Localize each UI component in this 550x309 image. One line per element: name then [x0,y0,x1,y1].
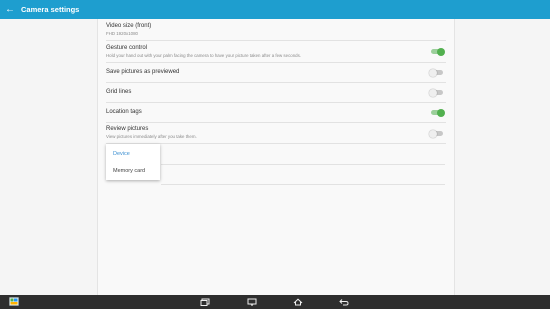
grid-lines-row[interactable]: Grid lines [106,83,446,103]
home-icon[interactable] [293,298,303,306]
location-tags-switch[interactable] [431,108,445,117]
divider [161,164,445,165]
location-tags-label: Location tags [106,109,142,115]
review-pictures-label: Review pictures [106,126,149,132]
grid-lines-label: Grid lines [106,89,132,95]
divider [161,184,445,185]
review-pictures-description: View pictures immediately after you take… [106,134,197,139]
system-nav-bar [0,295,550,309]
back-arrow-icon[interactable]: ← [5,0,19,19]
gesture-control-row[interactable]: Gesture control Hold your hand out with … [106,41,446,63]
gesture-control-description: Hold your hand out with your palm facing… [106,53,302,58]
gesture-control-label: Gesture control [106,45,148,51]
back-icon[interactable] [339,298,349,306]
switch-knob [437,47,445,56]
video-size-label: Video size (front) [106,23,152,29]
review-pictures-switch[interactable] [429,129,443,138]
review-pictures-row[interactable]: Review pictures View pictures immediatel… [106,123,446,144]
app-bar: ← Camera settings [0,0,550,19]
storage-option-memory-card[interactable]: Memory card [113,168,145,174]
video-size-row[interactable]: Video size (front) FHD 1920x1080 [106,19,446,41]
save-as-previewed-switch[interactable] [429,68,443,77]
grid-lines-switch[interactable] [429,88,443,97]
switch-knob [429,129,437,138]
save-as-previewed-label: Save pictures as previewed [106,69,180,75]
save-as-previewed-row[interactable]: Save pictures as previewed [106,63,446,83]
gesture-control-switch[interactable] [431,47,445,56]
video-size-value: FHD 1920x1080 [106,31,138,36]
switch-knob [429,88,437,97]
page-title: Camera settings [21,5,80,14]
recent-apps-icon[interactable] [200,298,210,306]
switch-knob [429,68,437,77]
location-tags-row[interactable]: Location tags [106,103,446,123]
app-gallery-icon[interactable] [9,297,19,306]
storage-location-popup: Device Memory card [106,144,160,180]
switch-knob [437,108,445,117]
screenshot-icon[interactable] [247,298,257,306]
storage-option-device[interactable]: Device [113,151,130,157]
